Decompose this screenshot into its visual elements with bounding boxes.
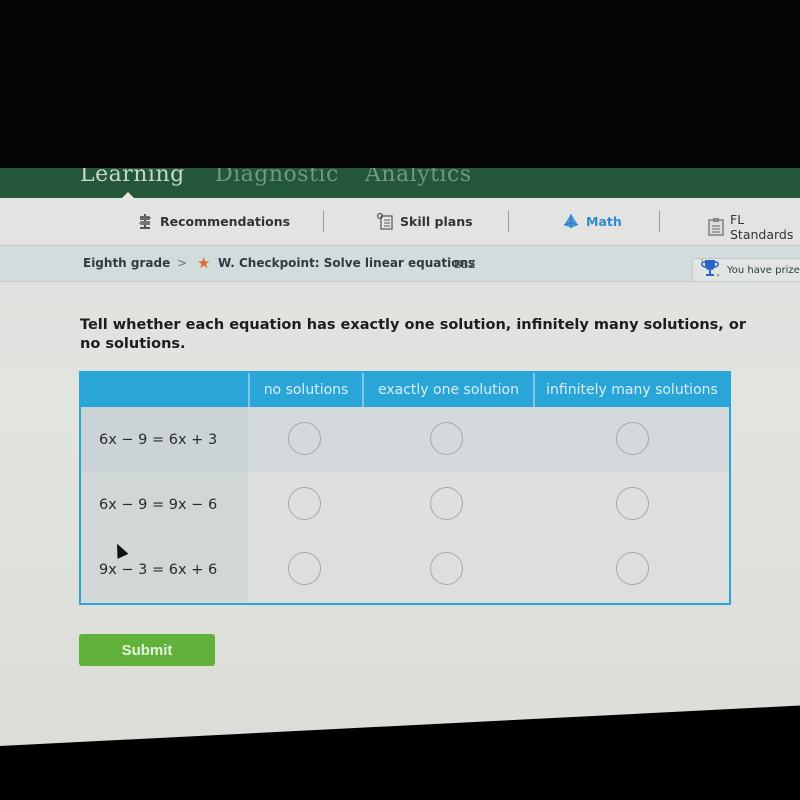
equation-cell: 9x − 3 = 6x + 6 [81,537,248,602]
table-row: 9x − 3 = 6x + 6 [81,537,729,602]
subnav-label: Recommendations [160,213,291,229]
radio-row3-exactly-one-solution[interactable] [430,552,463,585]
star-icon: ★ [197,254,211,272]
table-row: 6x − 9 = 9x − 6 [81,472,729,537]
table-row: 6x − 9 = 6x + 3 [81,407,729,472]
equation-cell: 6x − 9 = 6x + 3 [81,407,248,472]
breadcrumb-grade[interactable]: Eighth grade [83,256,170,270]
subnav-label: FL Standards [730,212,794,242]
svg-text:✦: ✦ [700,258,704,264]
column-header-exactly-one-solution: exactly one solution [362,373,533,407]
radio-row2-exactly-one-solution[interactable] [430,487,463,520]
subnav-divider [323,210,324,232]
subnav-divider [659,210,660,232]
answer-grid: no solutions exactly one solution infini… [79,371,731,605]
app-screen: Learning Diagnostic Analytics Recommenda… [0,168,800,746]
top-navigation: Learning Diagnostic Analytics [0,168,800,199]
radio-row1-exactly-one-solution[interactable] [430,422,463,455]
column-header-infinitely-many-solutions: infinitely many solutions [533,373,729,407]
radio-row1-infinitely-many-solutions[interactable] [616,422,649,455]
breadcrumb-skill: W. Checkpoint: Solve linear equations [218,256,476,270]
bezel-top [0,0,800,168]
breadcrumb: Eighth grade > ★ W. Checkpoint: Solve li… [0,246,800,282]
column-header-no-solutions: no solutions [248,373,362,407]
subnav-label: Math [586,213,622,229]
question-prompt: Tell whether each equation has exactly o… [80,317,746,352]
radio-row3-infinitely-many-solutions[interactable] [616,552,649,585]
svg-text:✦: ✦ [716,273,720,278]
sub-navigation: Recommendations Skill plans Math FL Stan… [0,198,800,246]
equation-cell: 6x − 9 = 9x − 6 [81,472,248,537]
radio-row2-infinitely-many-solutions[interactable] [616,487,649,520]
submit-button[interactable]: Submit [79,634,215,666]
subnav-fl-standards[interactable]: FL Standards [708,212,800,242]
signpost-icon [136,212,154,230]
radio-row1-no-solutions[interactable] [288,422,321,455]
pyramid-icon [562,212,580,230]
prizes-button[interactable]: ✦ ✦ You have prizes [692,258,800,282]
radio-row3-no-solutions[interactable] [288,552,321,585]
clipboard-icon [708,218,724,236]
subnav-recommendations[interactable]: Recommendations [136,212,290,230]
prize-text: You have prizes [727,264,800,276]
subnav-math[interactable]: Math [562,212,622,230]
breadcrumb-separator: > [177,256,188,270]
subnav-skill-plans[interactable]: Skill plans [376,212,473,230]
trophy-icon: ✦ ✦ [699,258,721,282]
grid-header: no solutions exactly one solution infini… [81,373,729,407]
radio-row2-no-solutions[interactable] [288,487,321,520]
subnav-label: Skill plans [400,213,473,229]
skill-code: BBZ [454,259,476,271]
subnav-divider [508,210,509,232]
skill-plans-icon [376,212,394,230]
